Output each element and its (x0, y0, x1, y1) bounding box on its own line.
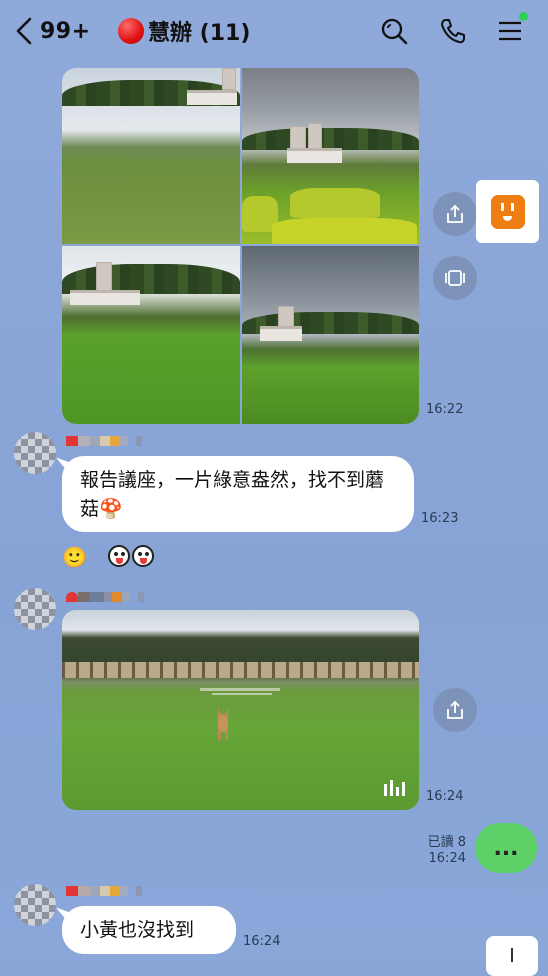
chat-title-text: 慧辦 (11) (148, 21, 251, 46)
red-circle-emoji (118, 18, 144, 44)
share-video-button[interactable] (433, 688, 477, 732)
scroll-down-button[interactable] (486, 936, 538, 976)
photo-4[interactable] (242, 246, 419, 424)
reaction-emoji[interactable]: 🙂 (62, 545, 87, 569)
message-bubble[interactable]: 小黃也沒找到 (62, 906, 236, 954)
message-time: 16:24 (243, 934, 281, 949)
chat-title[interactable]: 慧辦 (11) (118, 14, 250, 48)
dog-figure (218, 708, 228, 740)
back-button[interactable]: 99+ (14, 14, 91, 48)
message-time: 16:23 (421, 511, 459, 526)
photo-3[interactable] (62, 246, 240, 424)
message-bubble[interactable]: 報告議座，一片綠意盎然，找不到蘑菇🍄 (62, 456, 414, 532)
menu-button[interactable] (494, 12, 528, 48)
album-button[interactable] (433, 256, 477, 300)
avatar[interactable] (14, 588, 56, 630)
sender-name-blurred (66, 886, 142, 896)
sender-name-blurred (66, 592, 144, 602)
search-button[interactable] (378, 14, 410, 48)
video-thumbnail[interactable] (62, 610, 419, 810)
own-message-bubble[interactable]: ... (475, 823, 537, 873)
share-icon (447, 204, 463, 223)
message-time: 16:24 (426, 789, 464, 804)
outlet-icon (490, 194, 525, 229)
share-icon (447, 700, 463, 719)
message-time: 16:22 (426, 402, 464, 417)
album-icon (445, 270, 465, 286)
read-count: 已讀 8 (427, 835, 466, 850)
chat-header: 99+ 慧辦 (11) (0, 0, 548, 62)
unread-count: 99+ (40, 18, 91, 44)
avatar[interactable] (14, 884, 56, 926)
reaction-sticker[interactable] (108, 545, 154, 571)
phone-icon (441, 19, 465, 44)
call-button[interactable] (437, 14, 469, 48)
notification-dot (519, 12, 528, 21)
avatar[interactable] (14, 432, 56, 474)
menu-icon (499, 21, 521, 41)
back-chevron-icon (16, 17, 32, 45)
share-photos-button[interactable] (433, 192, 477, 236)
photo-1[interactable] (62, 68, 240, 244)
search-icon (381, 18, 408, 45)
photo-2[interactable] (242, 68, 419, 244)
video-audio-icon (384, 780, 405, 796)
floating-plugin-card[interactable] (476, 180, 539, 243)
message-time: 16:24 (428, 851, 466, 866)
sender-name-blurred (66, 436, 142, 446)
read-receipt: 已讀 8 16:24 (400, 835, 466, 867)
